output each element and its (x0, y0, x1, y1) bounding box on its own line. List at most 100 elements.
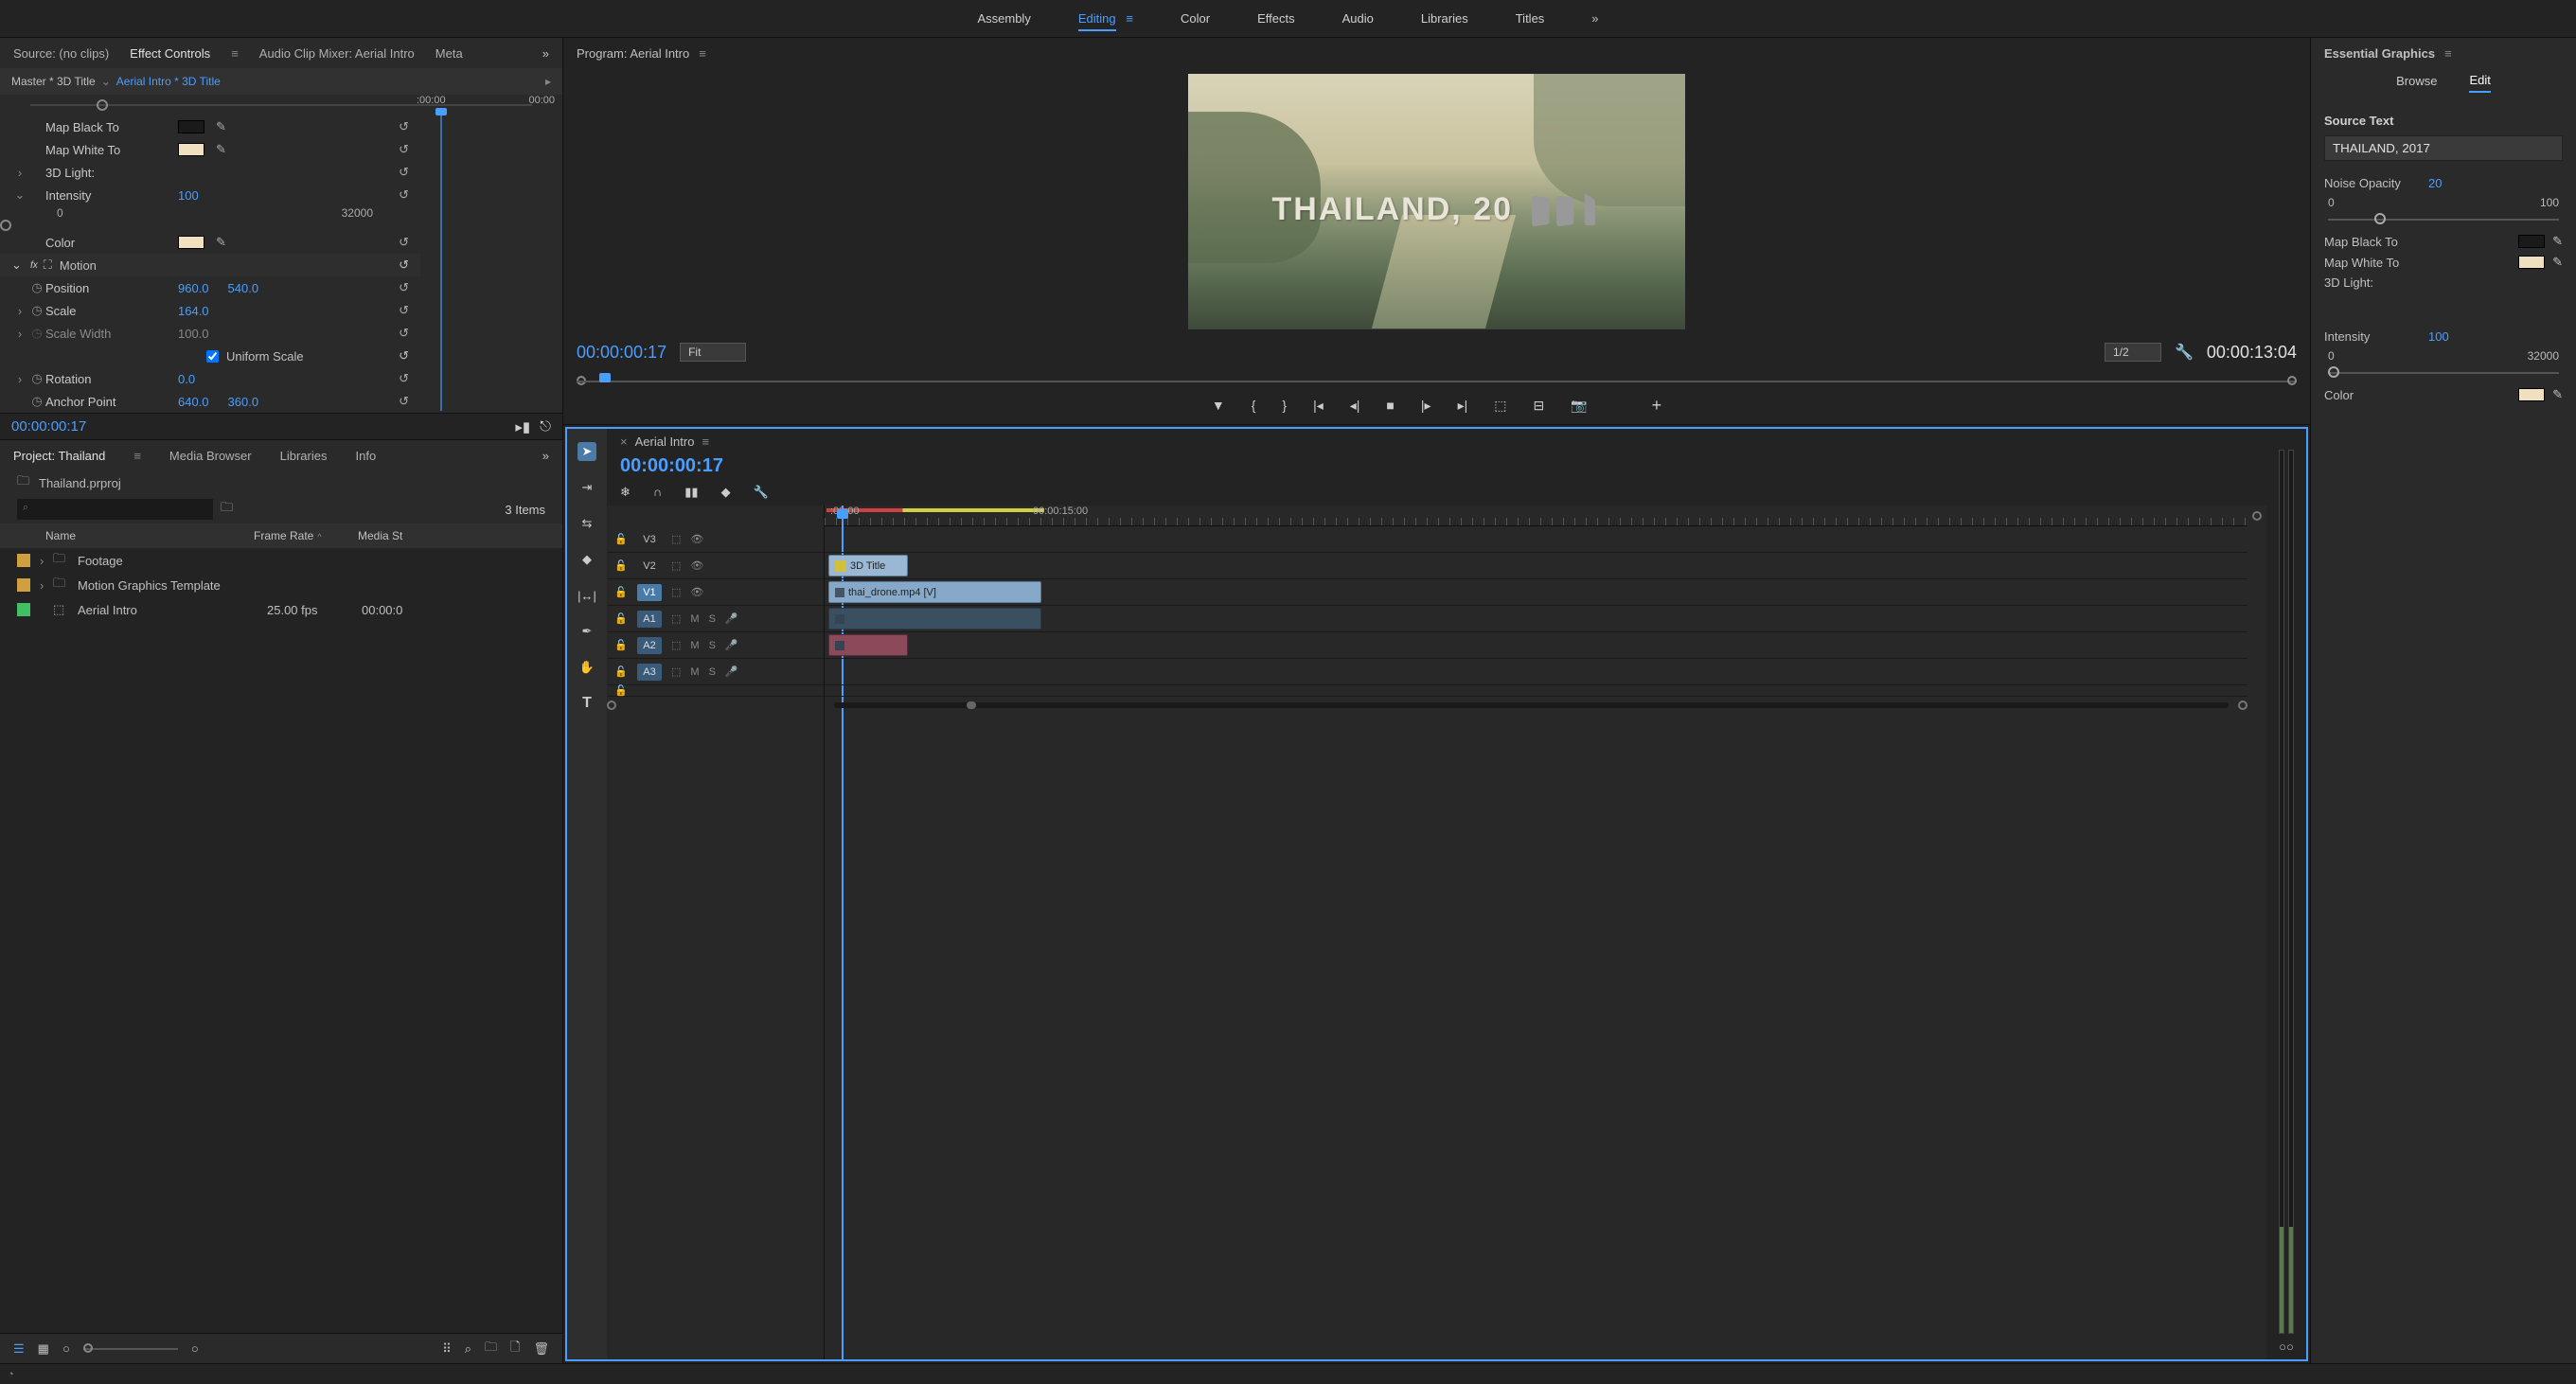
source-patching-icon[interactable]: ⬚ (671, 586, 681, 598)
reset-icon[interactable]: ↺ (399, 142, 409, 157)
voice-over-icon[interactable]: 🎤 (725, 639, 738, 651)
track-name[interactable]: V3 (637, 531, 662, 548)
lock-icon[interactable]: 🔓 (614, 639, 628, 651)
transform-icon[interactable]: ⛶ (44, 257, 52, 273)
hand-tool[interactable]: ✋ (577, 658, 596, 677)
video-clip[interactable]: 3D Title (828, 555, 908, 577)
eg-source-text-input[interactable] (2324, 135, 2563, 161)
ec-clip-label[interactable]: Aerial Intro * 3D Title (116, 75, 221, 88)
toggle-output-icon[interactable]: 👁 (690, 559, 703, 572)
reset-icon[interactable]: ↺ (399, 187, 409, 203)
panel-menu-icon[interactable]: ≡ (702, 435, 709, 449)
stopwatch-icon[interactable]: ◷ (28, 303, 45, 318)
program-scrubber[interactable] (577, 369, 2297, 386)
hzoom-track[interactable] (834, 702, 2229, 708)
scale-value[interactable]: 164.0 (178, 304, 209, 318)
eg-tab-browse[interactable]: Browse (2396, 74, 2437, 92)
video-track-header[interactable]: 🔓V2⬚👁 (607, 553, 824, 579)
toggle-output-icon[interactable]: 👁 (690, 586, 703, 598)
eg-tab-edit[interactable]: Edit (2469, 73, 2490, 93)
play-only-icon[interactable]: ▸▮ (515, 418, 530, 435)
project-item[interactable]: ›🗀Footage (0, 548, 562, 573)
tabs-overflow-icon[interactable]: » (542, 46, 549, 61)
pen-tool[interactable]: ✒ (577, 622, 596, 641)
project-zoom-slider[interactable] (83, 1348, 178, 1350)
export-frame-icon[interactable]: ⎋ (540, 418, 551, 435)
expand-icon[interactable]: › (40, 578, 53, 593)
rotation-value[interactable]: 0.0 (178, 372, 195, 386)
lock-icon[interactable]: 🔓 (614, 559, 628, 572)
workspace-titles[interactable]: Titles (1516, 8, 1545, 29)
source-patching-icon[interactable]: ⬚ (671, 612, 681, 625)
linked-selection-icon[interactable]: ∩ (653, 485, 662, 500)
eyedropper-icon[interactable]: ✎ (216, 235, 226, 250)
reset-icon[interactable]: ↺ (399, 348, 409, 364)
track-name[interactable]: V2 (637, 558, 662, 575)
extract-button[interactable]: ⊟ (1533, 398, 1544, 414)
workspace-effects[interactable]: Effects (1257, 8, 1295, 29)
mute-button[interactable]: M (690, 640, 699, 651)
meter-settings-icon[interactable]: ○○ (2279, 1340, 2294, 1354)
slip-tool[interactable]: |↔| (577, 586, 596, 605)
uniform-scale-checkbox[interactable] (206, 350, 219, 363)
panel-menu-icon[interactable]: ≡ (2444, 46, 2452, 61)
solo-button[interactable]: S (709, 640, 716, 651)
map-black-swatch[interactable] (178, 120, 204, 133)
ripple-edit-tool[interactable]: ⇆ (577, 514, 596, 533)
reset-icon[interactable]: ↺ (399, 326, 409, 341)
audio-track-header[interactable]: 🔓A1⬚MS🎤 (607, 606, 824, 632)
workspace-menu-icon[interactable]: ≡ (1119, 11, 1133, 26)
audio-track-header[interactable]: 🔓 (607, 685, 824, 697)
audio-track-header[interactable]: 🔓A2⬚MS🎤 (607, 632, 824, 659)
chevron-down-icon[interactable]: ⌄ (101, 75, 111, 88)
status-icon[interactable]: ◔ (8, 1369, 14, 1380)
track-name[interactable]: A2 (637, 637, 662, 654)
eg-map-black-swatch[interactable] (2518, 235, 2545, 248)
close-timeline-icon[interactable]: × (620, 435, 628, 449)
selection-tool[interactable]: ➤ (577, 442, 596, 461)
lock-icon[interactable]: 🔓 (614, 533, 628, 545)
lock-icon[interactable]: 🔓 (614, 612, 628, 625)
video-clip[interactable]: thai_drone.mp4 [V] (828, 581, 1041, 603)
solo-button[interactable]: S (709, 666, 716, 678)
play-button[interactable]: |▸ (1421, 398, 1431, 414)
tab-effect-controls[interactable]: Effect Controls (130, 46, 210, 61)
new-bin-icon[interactable]: 🗀 (221, 499, 233, 520)
toggle-output-icon[interactable]: 👁 (690, 533, 703, 545)
video-track-row[interactable] (825, 526, 2247, 553)
automate-icon[interactable]: ⠿ (442, 1341, 452, 1357)
snap-icon[interactable]: ❄ (620, 485, 631, 500)
freeform-view-icon[interactable]: ○ (62, 1341, 70, 1356)
color-swatch[interactable] (178, 236, 204, 249)
mark-in-button[interactable]: { (1252, 398, 1256, 413)
track-name[interactable]: V1 (637, 584, 662, 601)
eg-noise-slider[interactable] (2328, 219, 2559, 221)
workspace-color[interactable]: Color (1181, 8, 1210, 29)
anchor-x[interactable]: 640.0 (178, 395, 209, 409)
audio-track-header[interactable]: 🔓A3⬚MS🎤 (607, 659, 824, 685)
step-back-button[interactable]: ◂| (1350, 398, 1360, 414)
workspace-assembly[interactable]: Assembly (977, 8, 1030, 29)
solo-button[interactable]: S (709, 613, 716, 625)
tab-libraries[interactable]: Libraries (280, 449, 328, 463)
tab-menu-icon[interactable]: ≡ (133, 449, 141, 463)
map-white-swatch[interactable] (178, 143, 204, 156)
export-frame-button[interactable]: 📷 (1571, 398, 1587, 414)
timeline-ruler[interactable]: :00:00 00:00:15:00 (825, 506, 2247, 526)
reset-icon[interactable]: ↺ (399, 235, 409, 250)
timeline-settings-icon[interactable]: 🔧 (754, 485, 769, 500)
audio-clip[interactable] (828, 608, 1041, 630)
reset-icon[interactable]: ↺ (399, 165, 409, 180)
reset-icon[interactable]: ↺ (399, 119, 409, 134)
vzoom-top[interactable] (2252, 511, 2262, 521)
list-view-icon[interactable]: ☰ (13, 1341, 25, 1357)
source-patching-icon[interactable]: ⬚ (671, 665, 681, 678)
source-patching-icon[interactable]: ⬚ (671, 533, 681, 545)
tab-audio-mixer[interactable]: Audio Clip Mixer: Aerial Intro (259, 46, 415, 61)
lock-icon[interactable]: 🔓 (614, 684, 628, 697)
stopwatch-icon[interactable]: ◷ (28, 394, 45, 409)
bin-icon[interactable]: 🗀 (17, 472, 29, 493)
project-item[interactable]: ›🗀Motion Graphics Template (0, 573, 562, 597)
eyedropper-icon[interactable]: ✎ (2552, 387, 2563, 402)
settings-icon[interactable]: 🔧 (2175, 343, 2194, 362)
